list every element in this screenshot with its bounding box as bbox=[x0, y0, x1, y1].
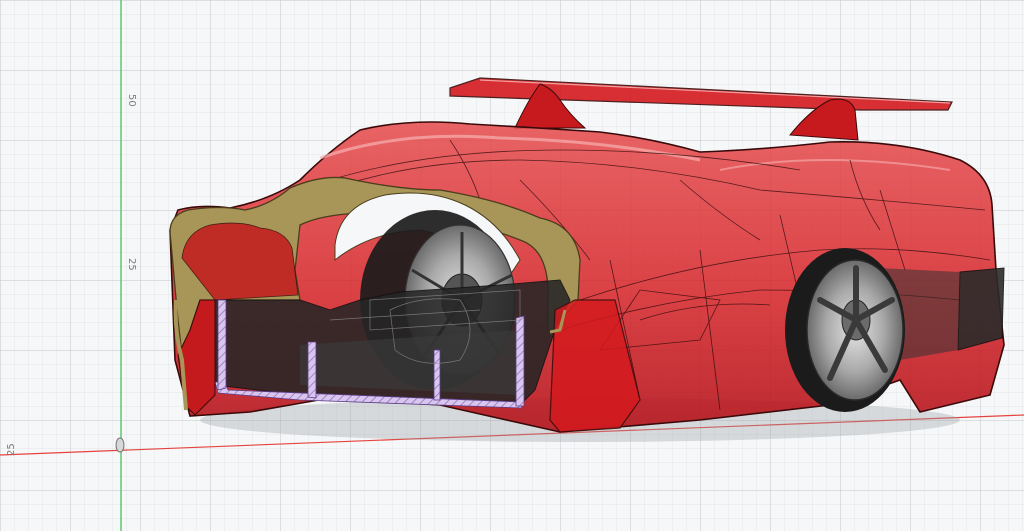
ruler-label-vertical-top: 50 bbox=[126, 94, 137, 107]
ruler-label-vertical-mid: 25 bbox=[126, 258, 137, 271]
ruler-label-horizontal-left: 25 bbox=[6, 443, 17, 456]
viewport-canvas[interactable]: 50 25 25 bbox=[0, 0, 1024, 531]
cad-viewport[interactable]: 50 25 25 bbox=[0, 0, 1024, 531]
origin-point-icon[interactable] bbox=[115, 437, 125, 453]
hatched-section-wall-inner bbox=[433, 349, 441, 401]
hatched-section-wall-right bbox=[515, 315, 525, 407]
rear-wheel[interactable] bbox=[785, 248, 905, 412]
rear-diffuser bbox=[957, 267, 1005, 351]
hatched-section-wall-left bbox=[217, 299, 227, 391]
hatched-section-wall-mid bbox=[307, 341, 317, 399]
